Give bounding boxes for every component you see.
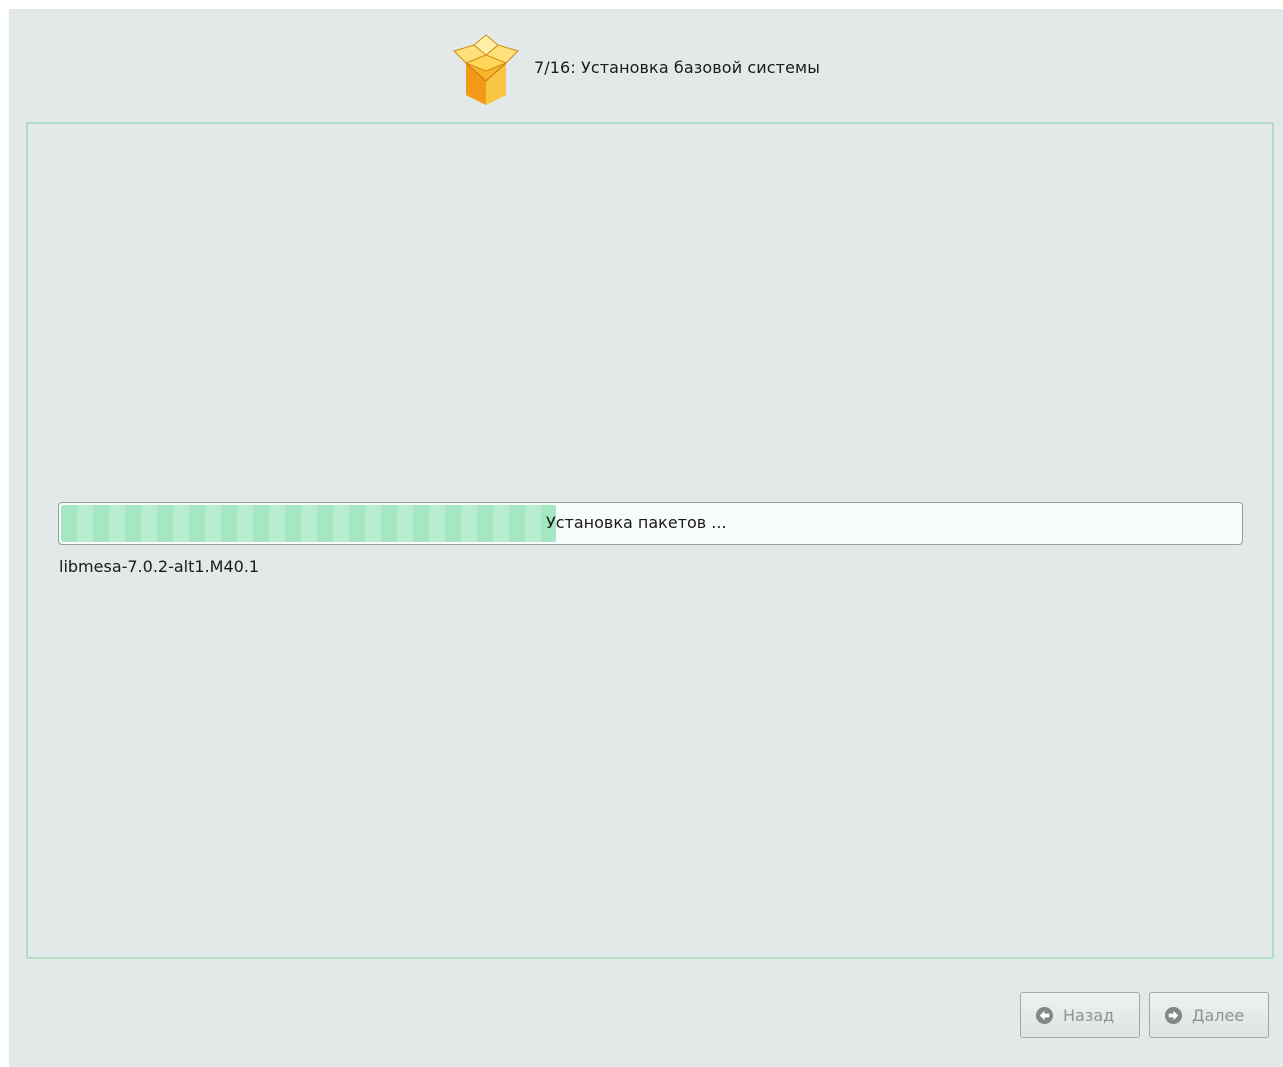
step-header: 7/16: Установка базовой системы — [9, 9, 1283, 121]
current-package-name: libmesa-7.0.2-alt1.M40.1 — [59, 557, 260, 576]
next-button[interactable]: Далее — [1149, 992, 1269, 1038]
back-button[interactable]: Назад — [1020, 992, 1140, 1038]
installer-window: 7/16: Установка базовой системы Установк… — [9, 9, 1283, 1067]
next-button-label: Далее — [1192, 1005, 1245, 1025]
package-box-icon — [453, 34, 519, 105]
arrow-right-circle-icon — [1164, 1006, 1183, 1024]
back-button-label: Назад — [1063, 1005, 1115, 1025]
install-progress-bar: Установка пакетов ... — [58, 502, 1243, 545]
arrow-left-circle-icon — [1035, 1006, 1054, 1024]
step-title: 7/16: Установка базовой системы — [534, 58, 820, 77]
progress-label: Установка пакетов ... — [546, 513, 727, 532]
progress-fill — [61, 505, 556, 542]
